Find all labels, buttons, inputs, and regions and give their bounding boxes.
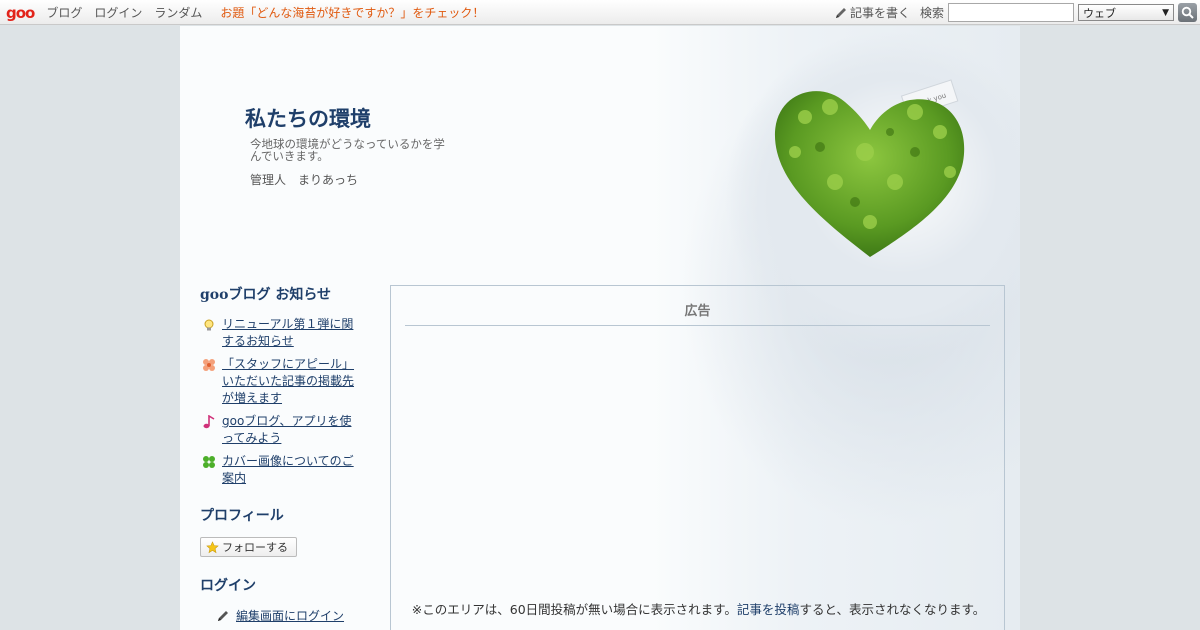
goo-logo[interactable]: goo — [6, 4, 35, 22]
top-toolbar: goo ブログ ログイン ランダム お題「どんな海苔が好きですか？」をチェック！… — [0, 0, 1200, 25]
search-scope-select[interactable]: ウェブ ▼ — [1078, 4, 1174, 21]
search-label: 検索 — [919, 6, 944, 20]
news-link[interactable]: カバー画像についてのご案内 — [222, 453, 360, 487]
ad-note-suffix: すると、表示されなくなります。 — [799, 602, 986, 617]
music-note-icon — [203, 415, 215, 429]
news-item: カバー画像についてのご案内 — [200, 453, 360, 487]
clover-icon — [203, 456, 215, 468]
news-link[interactable]: 「スタッフにアピール」いただいた記事の掲載先が増えます — [222, 356, 360, 407]
news-list: リニューアル第１弾に関するお知らせ 「スタッフにアピール」いただいた記事の掲載先… — [200, 316, 360, 487]
ad-title: 広告 — [405, 300, 990, 326]
search-input[interactable] — [948, 3, 1074, 22]
news-item: 「スタッフにアピール」いただいた記事の掲載先が増えます — [200, 356, 360, 407]
login-row: 編集画面にログイン — [216, 607, 360, 624]
write-article-link[interactable]: 記事を書く — [834, 4, 910, 21]
blog-title[interactable]: 私たちの環境 — [245, 103, 371, 133]
login-heading: ログイン — [200, 578, 256, 594]
news-heading: gooブログ お知らせ — [200, 287, 332, 303]
star-icon — [206, 540, 219, 553]
search-button[interactable] — [1178, 3, 1197, 22]
blog-page: Thank you 私たちの環境 今地球の環境がどうなっているかを学んでいきます… — [180, 26, 1020, 630]
toolbar-link-login[interactable]: ログイン — [94, 4, 142, 21]
toolbar-link-blog[interactable]: ブログ — [46, 4, 82, 21]
heart-plant-image: Thank you — [774, 79, 965, 257]
news-link[interactable]: リニューアル第１弾に関するお知らせ — [222, 316, 360, 350]
news-item: gooブログ、アプリを使ってみよう — [200, 413, 360, 447]
edit-login-link[interactable]: 編集画面にログイン — [236, 607, 344, 624]
news-link[interactable]: gooブログ、アプリを使ってみよう — [222, 413, 360, 447]
flower-icon — [203, 359, 215, 371]
blog-admin: 管理人 まりあっち — [250, 173, 359, 187]
news-item: リニューアル第１弾に関するお知らせ — [200, 316, 360, 350]
toolbar-right: 記事を書く 検索 ウェブ ▼ — [834, 0, 1200, 25]
blog-description: 今地球の環境がどうなっているかを学んでいきます。 — [250, 137, 445, 163]
ad-box: 広告 ※このエリアは、60日間投稿が無い場合に表示されます。記事を投稿すると、表… — [390, 285, 1005, 630]
follow-button[interactable]: フォローする — [200, 537, 297, 557]
lightbulb-icon — [204, 319, 214, 331]
pencil-icon — [218, 610, 228, 621]
follow-label: フォローする — [222, 541, 288, 554]
sidebar: gooブログ お知らせ リニューアル第１弾に関するお知らせ 「スタッフにアピール… — [200, 284, 360, 624]
profile-heading: プロフィール — [200, 508, 284, 524]
dropdown-arrow-icon: ▼ — [1162, 7, 1169, 18]
magnifier-icon — [1181, 6, 1194, 19]
post-article-link[interactable]: 記事を投稿 — [737, 602, 800, 617]
write-article-label: 記事を書く — [849, 6, 910, 20]
ad-note-prefix: ※このエリアは、60日間投稿が無い場合に表示されます。 — [411, 602, 737, 617]
search-scope-value: ウェブ — [1083, 6, 1116, 20]
pencil-icon — [835, 7, 846, 18]
toolbar-link-random[interactable]: ランダム — [154, 4, 202, 21]
toolbar-left: goo ブログ ログイン ランダム お題「どんな海苔が好きですか？」をチェック！ — [6, 0, 484, 25]
toolbar-promo-link[interactable]: お題「どんな海苔が好きですか？」をチェック！ — [220, 4, 484, 21]
ad-note: ※このエリアは、60日間投稿が無い場合に表示されます。記事を投稿すると、表示され… — [401, 601, 996, 618]
